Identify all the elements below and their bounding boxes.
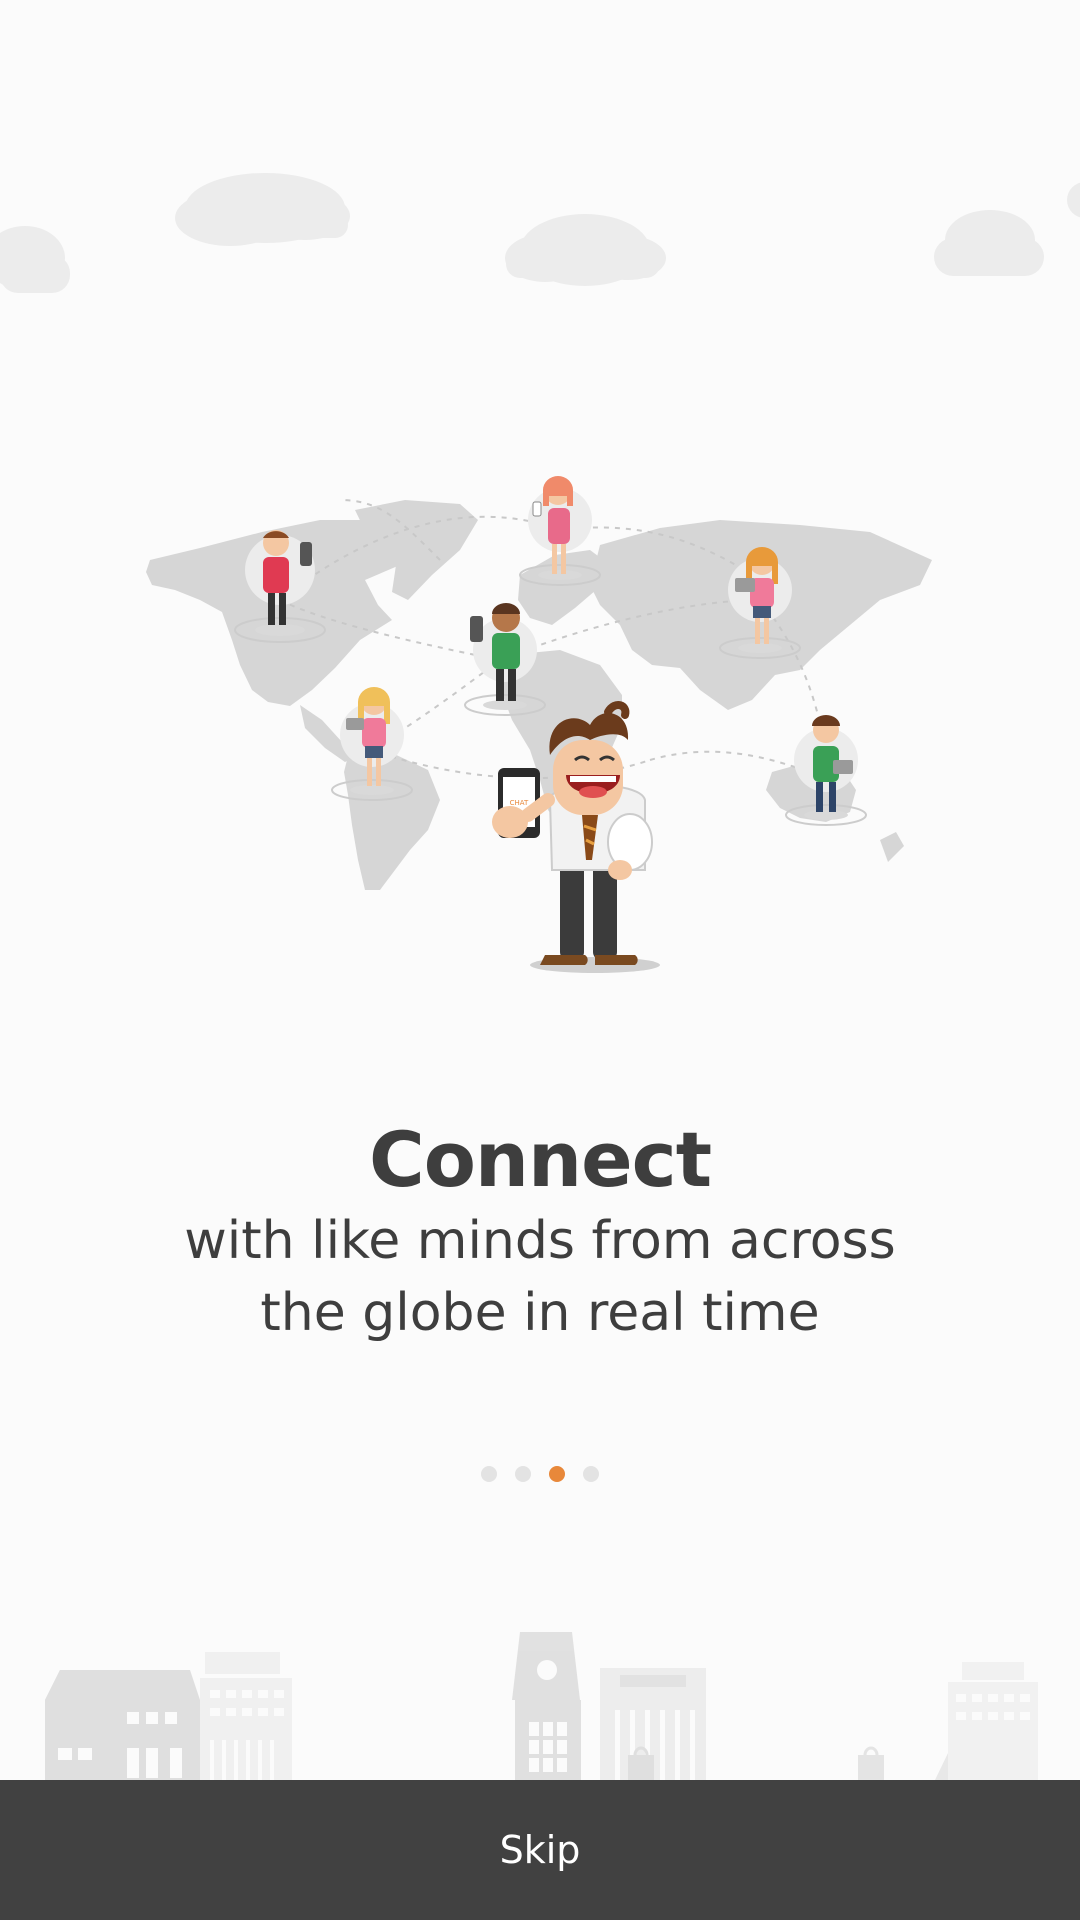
page-dot[interactable] bbox=[583, 1466, 599, 1482]
page-dot[interactable] bbox=[481, 1466, 497, 1482]
mall-building bbox=[600, 1668, 706, 1780]
page-indicator bbox=[0, 1466, 1080, 1482]
subtitle-line-1: with like minds from across bbox=[184, 1211, 896, 1271]
shopping-bag bbox=[858, 1746, 884, 1780]
mascot-character: CHAT bbox=[492, 701, 660, 973]
city-skyline bbox=[45, 1632, 1038, 1780]
person-pin-south-america bbox=[331, 687, 413, 801]
onboarding-subtitle: with like minds from across the globe in… bbox=[90, 1205, 990, 1349]
right-building bbox=[948, 1662, 1038, 1780]
south-america bbox=[344, 748, 440, 890]
phone-screen-logo: CHAT bbox=[510, 799, 529, 807]
tower bbox=[512, 1632, 581, 1780]
skip-button[interactable]: Skip bbox=[0, 1780, 1080, 1920]
world-map-illustration: CHAT bbox=[146, 476, 932, 973]
onboarding-title: Connect bbox=[368, 1115, 712, 1204]
skip-button-label: Skip bbox=[499, 1828, 581, 1872]
subtitle-line-2: the globe in real time bbox=[260, 1283, 820, 1343]
page-dot-active[interactable] bbox=[549, 1466, 565, 1482]
page-dot[interactable] bbox=[515, 1466, 531, 1482]
house bbox=[45, 1670, 200, 1780]
office-building bbox=[200, 1652, 292, 1780]
